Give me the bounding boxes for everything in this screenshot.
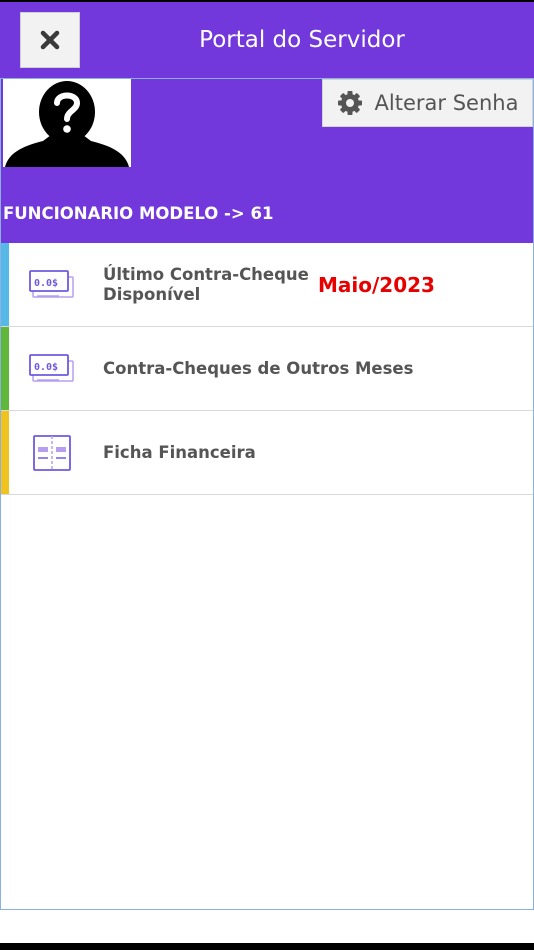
avatar <box>3 79 131 167</box>
menu-item-label: Último Contra-Cheque Disponível <box>103 264 309 304</box>
menu-item-label: Contra-Cheques de Outros Meses <box>103 358 414 378</box>
close-icon <box>40 30 60 50</box>
accent-bar <box>1 243 9 326</box>
unknown-person-icon <box>5 81 129 167</box>
change-password-label: Alterar Senha <box>374 91 519 115</box>
payslip-icon: 0.0$ <box>29 270 74 298</box>
app-header: Portal do Servidor <box>0 2 534 78</box>
svg-text:0.0$: 0.0$ <box>34 278 58 289</box>
gear-icon <box>337 91 362 115</box>
latest-payslip-date: Maio/2023 <box>318 272 435 297</box>
svg-text:0.0$: 0.0$ <box>34 362 58 373</box>
payslip-icon: 0.0$ <box>29 354 74 382</box>
accent-bar <box>1 411 9 494</box>
menu-item-financial-sheet[interactable]: Ficha Financeira <box>1 411 533 495</box>
content-frame: Alterar Senha FUNCIONARIO MODELO -> 61 0… <box>0 78 534 910</box>
menu-item-label: Ficha Financeira <box>103 442 256 462</box>
change-password-button[interactable]: Alterar Senha <box>322 79 533 127</box>
close-button[interactable] <box>20 12 80 68</box>
menu-item-other-payslips[interactable]: 0.0$ Contra-Cheques de Outros Meses <box>1 327 533 411</box>
menu-item-latest-payslip[interactable]: 0.0$ Último Contra-Cheque Disponível Mai… <box>1 243 533 327</box>
financial-sheet-icon <box>33 435 71 471</box>
profile-panel: Alterar Senha FUNCIONARIO MODELO -> 61 <box>1 79 533 243</box>
page-title: Portal do Servidor <box>199 27 405 53</box>
accent-bar <box>1 327 9 410</box>
employee-name: FUNCIONARIO MODELO -> 61 <box>3 204 274 223</box>
bottom-border <box>0 943 534 950</box>
